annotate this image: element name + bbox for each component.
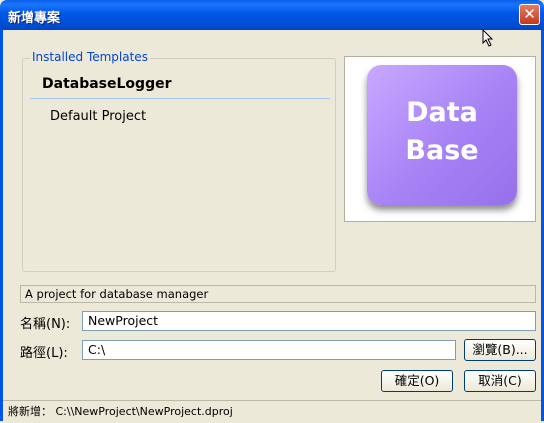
templates-group-label: Installed Templates <box>30 50 150 64</box>
browse-button[interactable]: 瀏覽(B)... <box>464 339 536 361</box>
title-bar[interactable]: 新增專案 ✕ <box>0 0 544 30</box>
path-label: 路徑(L): <box>20 346 68 361</box>
icon-text-line1: Data <box>406 97 478 128</box>
close-button[interactable]: ✕ <box>519 4 540 25</box>
template-description: A project for database manager <box>20 285 536 303</box>
template-list[interactable]: DatabaseLogger Default Project <box>30 72 330 124</box>
cancel-button[interactable]: 取消(C) <box>464 370 536 392</box>
database-icon: Data Base <box>367 65 517 205</box>
template-item-default-project[interactable]: Default Project <box>30 99 330 124</box>
status-path: C:\\NewProject\NewProject.dproj <box>55 405 233 418</box>
status-label: 將新增： <box>8 405 52 418</box>
path-input[interactable]: C:\ <box>82 340 456 360</box>
window-title: 新增專案 <box>8 11 61 26</box>
icon-text-line2: Base <box>405 135 479 166</box>
status-bar: 將新增： C:\\NewProject\NewProject.dproj <box>3 400 541 421</box>
close-icon: ✕ <box>523 5 536 23</box>
template-category[interactable]: DatabaseLogger <box>30 72 330 99</box>
template-preview: Data Base <box>344 56 536 222</box>
name-input[interactable]: NewProject <box>82 311 536 331</box>
name-label: 名稱(N): <box>20 317 71 332</box>
ok-button[interactable]: 確定(O) <box>381 370 453 392</box>
